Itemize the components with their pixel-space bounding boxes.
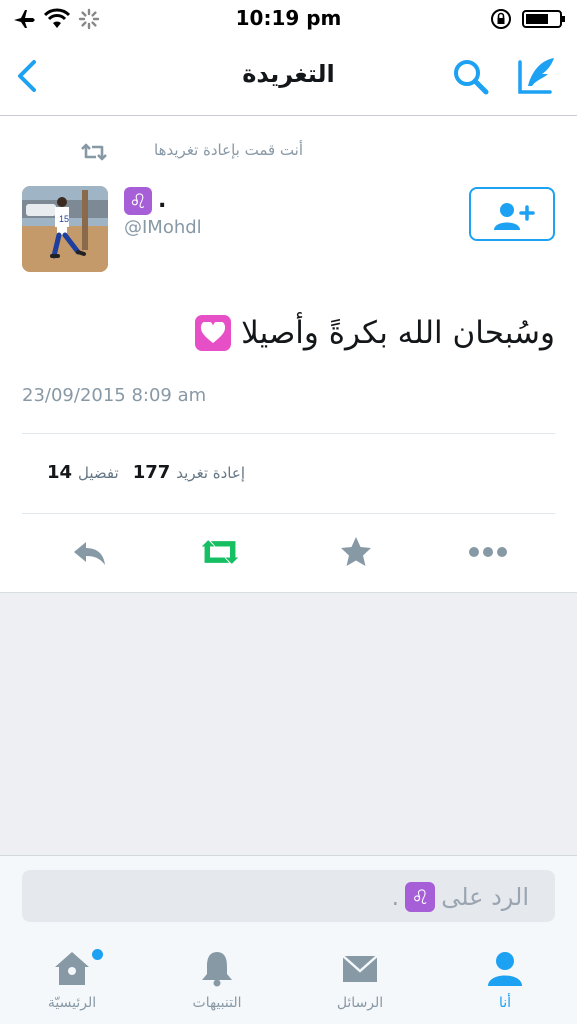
- tab-home[interactable]: الرئيسيّة: [22, 949, 122, 1021]
- retweets-label: إعادة تغريد: [176, 464, 245, 482]
- tweet-text-body: وسُبحان الله بكرةً وأصيلا: [241, 315, 555, 351]
- bell-icon: [202, 952, 232, 987]
- heart-emoji-icon: [195, 315, 232, 351]
- follow-button[interactable]: [469, 187, 555, 241]
- tweet-text: وسُبحان الله بكرةً وأصيلا: [195, 315, 555, 351]
- tweet-actions: [0, 514, 577, 592]
- divider: [22, 433, 555, 434]
- search-icon[interactable]: [450, 56, 492, 98]
- favorite-star-icon[interactable]: [336, 534, 376, 570]
- author-handle[interactable]: @IMohdl: [124, 217, 202, 238]
- tweet-detail: أنت قمت بإعادة تغريدها 15 ♌ . @IMohdl وس…: [0, 117, 577, 593]
- reply-bar: الرد على ♌ .: [0, 855, 577, 937]
- reply-placeholder-suffix: .: [391, 883, 400, 911]
- reply-placeholder: الرد على ♌ .: [392, 882, 529, 912]
- leo-emoji-badge: ♌: [124, 187, 152, 215]
- retweets-count: 177: [132, 462, 171, 483]
- author-name-row[interactable]: ♌ .: [124, 187, 166, 215]
- tab-messages[interactable]: الرسائل: [310, 949, 410, 1021]
- more-options-icon[interactable]: [468, 534, 508, 570]
- reply-icon[interactable]: [70, 534, 110, 570]
- rotation-lock-icon: [491, 9, 511, 29]
- likes-label: تفضيل: [78, 464, 119, 482]
- tab-label-me: أنا: [498, 995, 512, 1011]
- add-user-icon: [494, 203, 535, 230]
- svg-text:15: 15: [59, 214, 69, 224]
- author-name: .: [158, 188, 167, 213]
- likes-count: 14: [46, 462, 73, 483]
- avatar-photo: 15: [22, 186, 108, 272]
- compose-feather-icon[interactable]: [514, 54, 560, 98]
- battery-icon: [522, 10, 565, 28]
- reply-input[interactable]: الرد على ♌ .: [22, 870, 555, 922]
- leo-emoji-badge: ♌: [405, 882, 436, 912]
- avatar[interactable]: 15: [22, 186, 108, 272]
- tweet-timestamp: 23/09/2015 8:09 am: [22, 385, 207, 406]
- tweet-stats: إعادة تغريد 177 تفضيل 14: [47, 462, 245, 483]
- retweet-context-label: أنت قمت بإعادة تغريدها: [154, 141, 303, 159]
- nav-bar: التغريدة: [0, 40, 577, 116]
- person-icon: [488, 952, 522, 986]
- likes-stat[interactable]: تفضيل 14: [47, 462, 119, 483]
- status-bar: 10:19 pm: [0, 0, 577, 40]
- tab-me[interactable]: أنا: [455, 949, 555, 1021]
- tab-notifications[interactable]: التنبيهات: [167, 949, 267, 1021]
- retweet-action-icon[interactable]: [200, 534, 240, 570]
- tab-label-messages: الرسائل: [336, 995, 384, 1011]
- tab-label-home: الرئيسيّة: [47, 995, 97, 1011]
- tab-bar: الرئيسيّة التنبيهات الرسائل أنا: [0, 937, 577, 1024]
- retweet-icon: [81, 143, 107, 161]
- retweets-stat[interactable]: إعادة تغريد 177: [133, 462, 245, 483]
- home-icon: [55, 952, 89, 985]
- envelope-icon: [342, 955, 378, 982]
- reply-placeholder-prefix: الرد على: [441, 883, 529, 911]
- tab-label-notifications: التنبيهات: [192, 995, 242, 1011]
- conversation-area: [0, 593, 577, 855]
- unread-dot: [92, 949, 103, 960]
